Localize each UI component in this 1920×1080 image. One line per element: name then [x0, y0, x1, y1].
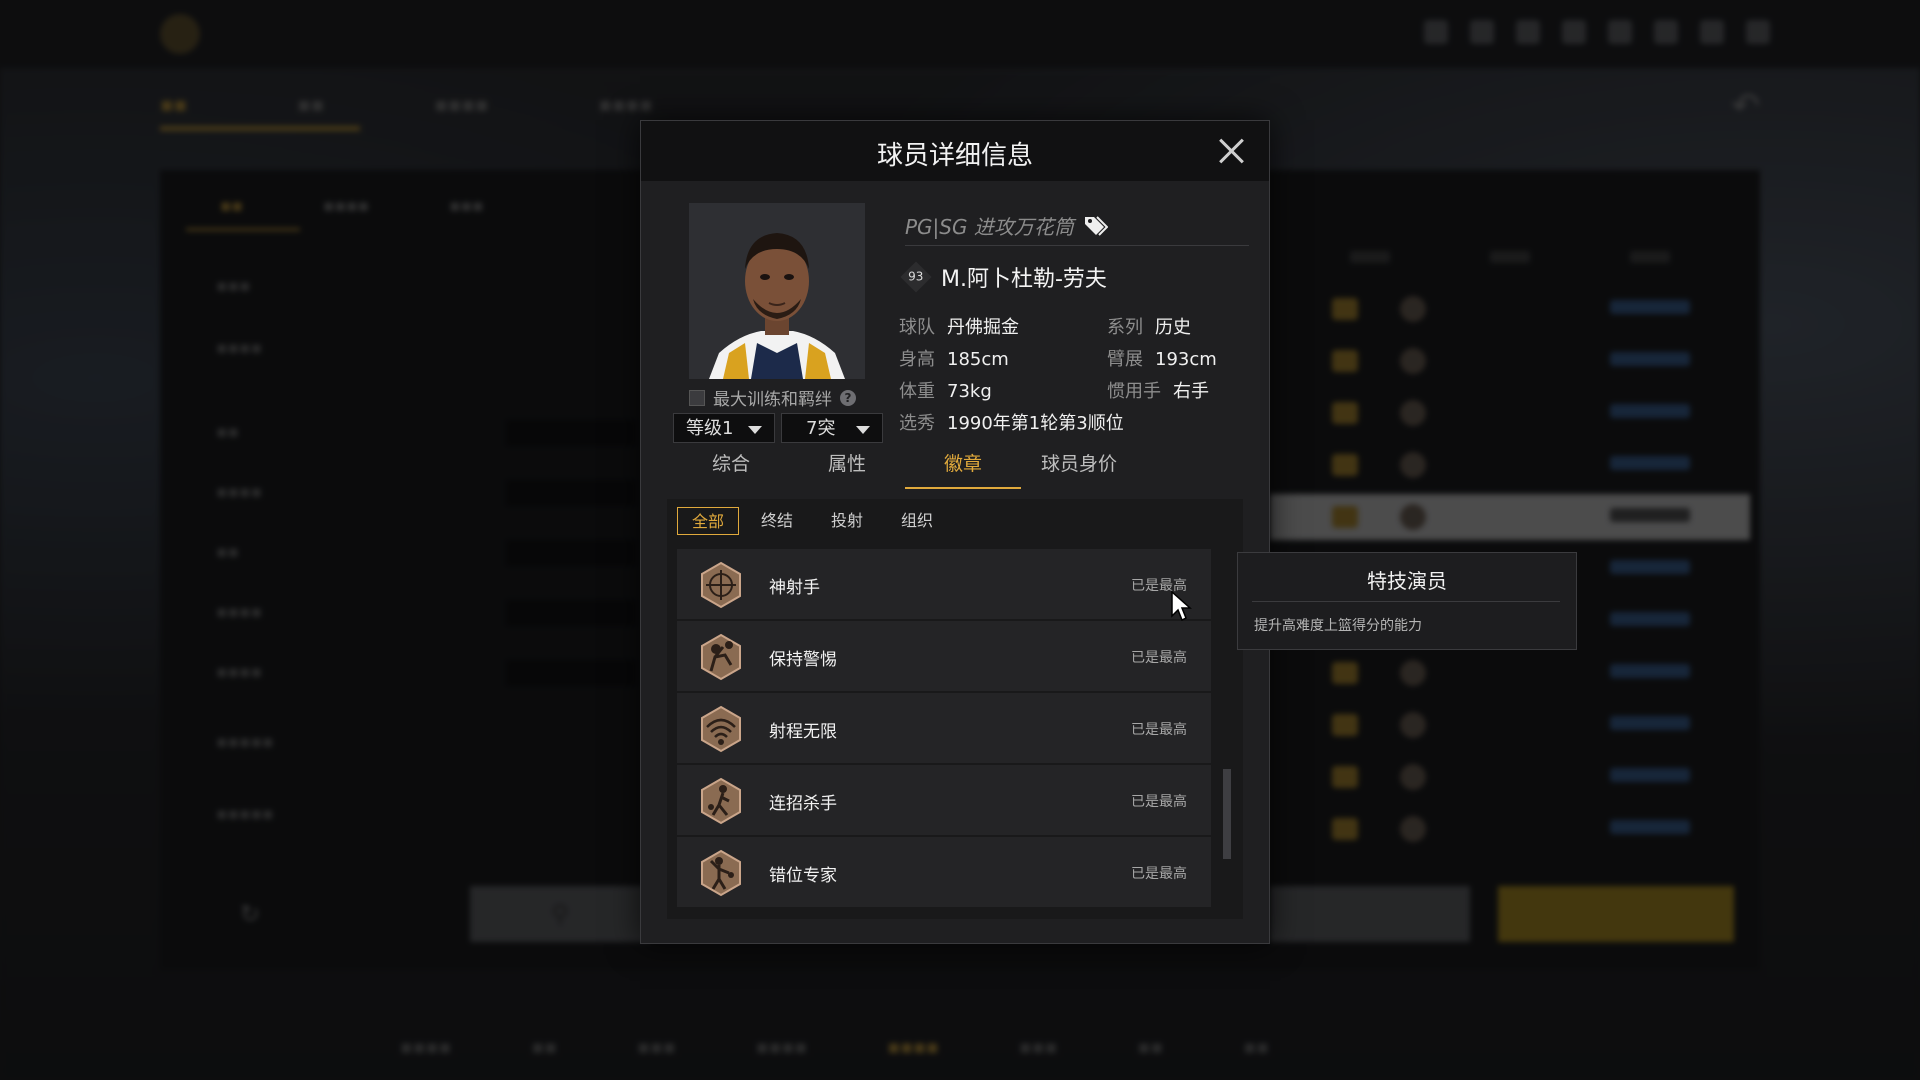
detail-tabs: 综合 属性 徽章 球员身价 — [673, 447, 1249, 489]
chevron-down-icon — [856, 426, 870, 434]
tab-badges[interactable]: 徽章 — [905, 447, 1021, 489]
bond-checkbox[interactable] — [689, 389, 705, 406]
badge-name: 射程无限 — [769, 722, 837, 742]
badge-tooltip: 特技演员 提升高难度上篮得分的能力 — [1237, 552, 1577, 650]
info-draft: 选秀 1990年第1轮第3顺位 — [899, 413, 1124, 434]
badge-name: 连招杀手 — [769, 794, 837, 814]
bond-label: 最大训练和羁绊 — [713, 390, 832, 410]
badge-scrollbar[interactable] — [1223, 549, 1231, 913]
dribble-icon — [701, 777, 741, 825]
scrollbar-thumb[interactable] — [1223, 769, 1231, 859]
tab-attributes[interactable]: 属性 — [789, 447, 905, 489]
tooltip-description: 提升高难度上篮得分的能力 — [1254, 618, 1422, 634]
overall-rating: 93 — [908, 270, 924, 284]
badge-name: 错位专家 — [769, 866, 837, 886]
filter-playmaking[interactable]: 组织 — [887, 507, 947, 535]
badge-level: 已是最高 — [1131, 722, 1187, 738]
help-icon[interactable]: ? — [840, 389, 856, 406]
mouse-cursor-icon — [1171, 590, 1192, 622]
tag-icon — [1084, 215, 1108, 236]
info-series: 系列 历史 — [1107, 317, 1191, 338]
tooltip-title: 特技演员 — [1367, 569, 1447, 593]
player-archetype: PG|SG 进攻万花筒 — [905, 211, 1108, 240]
badge-panel: 全部 终结 投射 组织 神射手 已是最高 保持警惕 已是最高 射程无限 已是最高… — [667, 499, 1243, 919]
filter-all[interactable]: 全部 — [677, 507, 740, 535]
archetype-label: PG|SG 进攻万花筒 — [905, 215, 1074, 239]
badge-row[interactable]: 保持警惕 已是最高 — [677, 621, 1211, 693]
range-icon — [701, 705, 741, 753]
badge-level: 已是最高 — [1131, 650, 1187, 666]
badge-level: 已是最高 — [1131, 794, 1187, 810]
overall-rating-badge: 93 — [900, 261, 932, 293]
filter-finishing[interactable]: 终结 — [747, 507, 807, 535]
filter-shooting[interactable]: 投射 — [817, 507, 877, 535]
modal-header: 球员详细信息 — [641, 121, 1269, 181]
info-wingspan: 臂展 193cm — [1107, 349, 1217, 370]
breakthrough-select[interactable]: 7突 — [781, 413, 883, 443]
close-icon[interactable] — [1215, 135, 1247, 167]
divider — [905, 245, 1249, 246]
tab-player-value[interactable]: 球员身价 — [1021, 447, 1137, 489]
badge-row[interactable]: 神射手 已是最高 — [677, 549, 1211, 621]
badge-row[interactable]: 射程无限 已是最高 — [677, 693, 1211, 765]
post-icon — [701, 849, 741, 897]
player-name-row: 93 M.阿卜杜勒-劳夫 — [900, 261, 1107, 293]
player-detail-modal: 球员详细信息 最大训练和羁绊 ? 等级1 7突 PG|SG 进攻万花筒 93 M… — [640, 120, 1270, 944]
breakthrough-select-value: 7突 — [806, 418, 836, 439]
badge-name: 神射手 — [769, 578, 820, 598]
badge-level: 已是最高 — [1131, 866, 1187, 882]
badge-name: 保持警惕 — [769, 650, 837, 670]
level-select[interactable]: 等级1 — [673, 413, 775, 443]
player-name: M.阿卜杜勒-劳夫 — [941, 267, 1107, 292]
defender-icon — [701, 633, 741, 681]
info-hand: 惯用手 右手 — [1107, 381, 1209, 402]
player-portrait — [689, 203, 865, 379]
max-training-bond[interactable]: 最大训练和羁绊 ? — [689, 385, 856, 410]
badge-row[interactable]: 错位专家 已是最高 — [677, 837, 1211, 909]
info-weight: 体重 73kg — [899, 381, 992, 402]
badge-row[interactable]: 连招杀手 已是最高 — [677, 765, 1211, 837]
info-team: 球队 丹佛掘金 — [899, 317, 1019, 338]
level-select-value: 等级1 — [686, 418, 734, 439]
chevron-down-icon — [748, 426, 762, 434]
crosshair-icon — [701, 561, 741, 609]
tab-overview[interactable]: 综合 — [673, 447, 789, 489]
divider — [1252, 601, 1560, 602]
modal-title: 球员详细信息 — [876, 141, 1033, 171]
info-height: 身高 185cm — [899, 349, 1009, 370]
